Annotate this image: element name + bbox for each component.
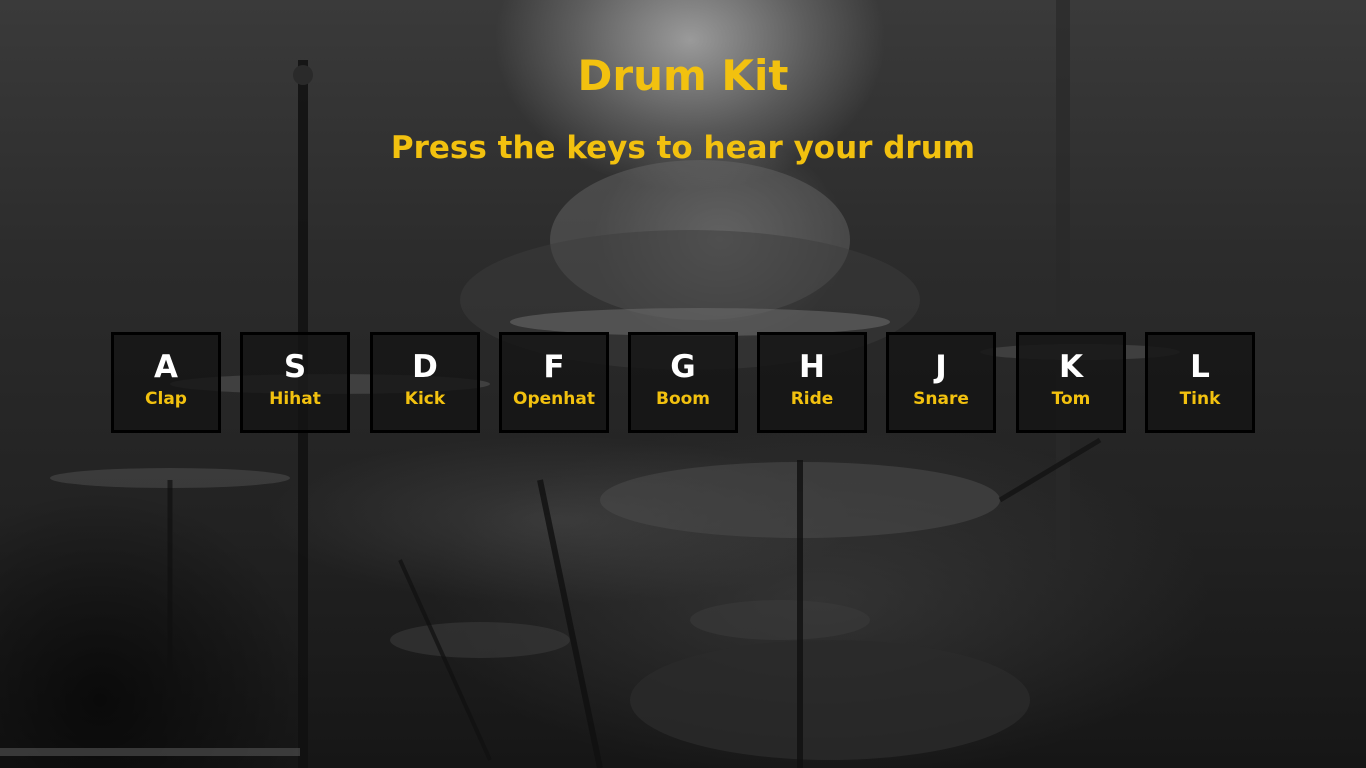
key-letter: L — [1190, 349, 1210, 385]
key-sound-label: Kick — [404, 389, 446, 409]
key-letter: D — [412, 349, 438, 385]
drum-key-h[interactable]: H Ride — [757, 332, 867, 433]
drum-key-a[interactable]: A Clap — [111, 332, 221, 433]
key-sound-label: Ride — [790, 389, 834, 409]
key-letter: K — [1058, 349, 1084, 385]
key-sound-label: Tink — [1179, 389, 1221, 409]
key-letter: J — [935, 349, 947, 385]
page-title: Drum Kit — [577, 51, 789, 100]
drum-key-g[interactable]: G Boom — [628, 332, 738, 433]
key-sound-label: Clap — [145, 389, 187, 409]
key-letter: A — [154, 349, 178, 385]
key-letter: S — [283, 349, 307, 385]
drum-key-k[interactable]: K Tom — [1016, 332, 1126, 433]
drum-key-j[interactable]: J Snare — [886, 332, 996, 433]
page-subtitle: Press the keys to hear your drum — [390, 130, 976, 166]
key-sound-label: Openhat — [513, 389, 595, 409]
key-letter: G — [670, 349, 696, 385]
drum-key-d[interactable]: D Kick — [370, 332, 480, 433]
drum-key-f[interactable]: F Openhat — [499, 332, 609, 433]
key-letter: F — [543, 349, 565, 385]
key-sound-label: Hihat — [269, 389, 321, 409]
key-sound-label: Tom — [1051, 389, 1091, 409]
key-sound-label: Boom — [655, 389, 711, 409]
key-letter: H — [799, 349, 825, 385]
drum-keys-row: A Clap S Hihat D Kick F Openhat G Boom H… — [111, 332, 1255, 433]
drum-key-s[interactable]: S Hihat — [240, 332, 350, 433]
drum-key-l[interactable]: L Tink — [1145, 332, 1255, 433]
key-sound-label: Snare — [913, 389, 969, 409]
